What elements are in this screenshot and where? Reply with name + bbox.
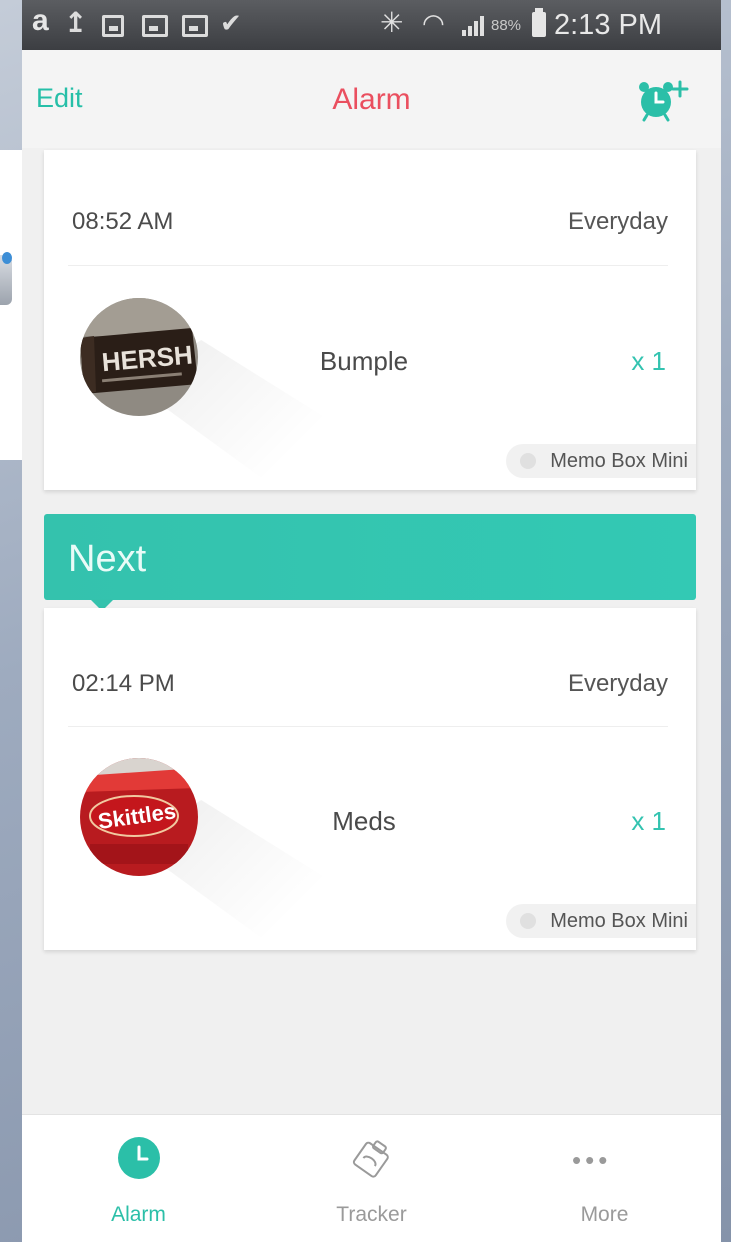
add-alarm-button[interactable]	[634, 78, 694, 122]
wifi-icon: ◠	[422, 8, 445, 38]
alarm-card[interactable]: 08:52 AM Everyday HERSH Bumple x 1 Memo …	[44, 150, 696, 490]
status-bar: a ↥ ✔ ✳ ◠ 88% 2:13 PM	[22, 0, 721, 50]
gallery-notification-icon	[102, 15, 124, 37]
nav-tab-tracker[interactable]: Tracker	[255, 1115, 488, 1242]
alarm-repeat: Everyday	[567, 208, 668, 235]
background-indicator	[2, 252, 12, 264]
nav-tab-more[interactable]: ••• More	[488, 1115, 721, 1242]
device-name: Memo Box Mini	[550, 910, 688, 932]
signal-strength-icon	[462, 14, 488, 36]
more-dots-icon: •••	[572, 1145, 612, 1175]
email-notification-icon	[182, 15, 208, 37]
pill-quantity: x 1	[631, 346, 666, 376]
device-name: Memo Box Mini	[550, 450, 688, 472]
card-divider	[68, 726, 668, 727]
next-alarm-banner: Next	[44, 514, 696, 611]
alarm-card[interactable]: 02:14 PM Everyday Skittles Meds x 1 Memo…	[44, 608, 696, 950]
task-notification-icon: ✔	[220, 8, 242, 38]
pill-quantity: x 1	[631, 806, 666, 836]
amazon-notification-icon: a	[32, 4, 49, 37]
status-time: 2:13 PM	[554, 9, 662, 41]
candy-bag-photo: Skittles	[80, 758, 198, 876]
page-title: Alarm	[332, 83, 411, 116]
nav-tab-label: Tracker	[336, 1203, 407, 1226]
device-icon	[520, 913, 537, 929]
tracker-icon	[352, 1140, 389, 1178]
upload-notification-icon: ↥	[64, 7, 88, 38]
bottom-navigation: Alarm Tracker ••• More	[22, 1114, 721, 1242]
battery-icon	[532, 8, 546, 37]
nav-tab-label: Alarm	[111, 1203, 166, 1226]
battery-percent: 88%	[491, 17, 522, 34]
add-alarm-icon	[639, 80, 689, 122]
device-tag: Memo Box Mini	[506, 444, 696, 478]
email-notification-icon	[142, 15, 168, 37]
alarm-repeat: Everyday	[567, 670, 668, 697]
title-bar: Edit Alarm	[22, 50, 721, 148]
nav-tab-label: More	[580, 1203, 629, 1226]
card-divider	[68, 265, 668, 266]
chocolate-bar-photo: HERSH	[80, 298, 198, 416]
pill-photo: HERSH	[80, 298, 198, 416]
nav-tab-alarm[interactable]: Alarm	[22, 1115, 255, 1242]
device-tag: Memo Box Mini	[506, 904, 696, 938]
device-icon	[520, 453, 537, 469]
alarm-time: 08:52 AM	[72, 208, 174, 235]
pill-name: Meds	[332, 806, 396, 836]
pill-name: Bumple	[319, 346, 409, 376]
background-surface	[0, 150, 24, 460]
phone-screen: a ↥ ✔ ✳ ◠ 88% 2:13 PM Edit Alarm 08:52 A…	[22, 0, 721, 1242]
bluetooth-icon: ✳	[380, 7, 404, 38]
next-label: Next	[68, 538, 147, 580]
clock-icon	[118, 1137, 160, 1179]
pill-photo: Skittles	[80, 758, 198, 876]
alarm-time: 02:14 PM	[72, 670, 175, 697]
